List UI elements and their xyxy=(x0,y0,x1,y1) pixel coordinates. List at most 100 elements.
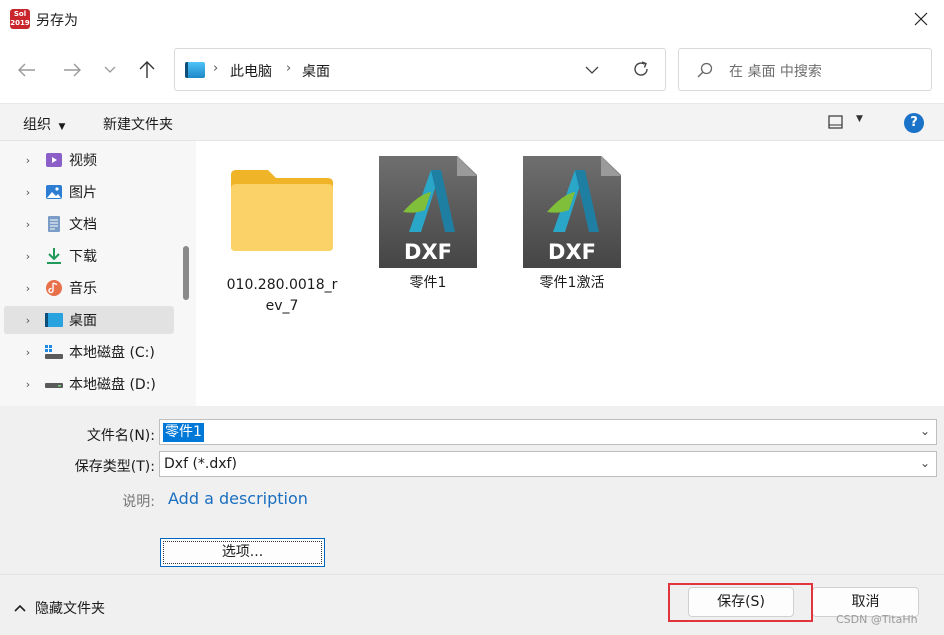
sidebar-item-documents[interactable]: › 文档 xyxy=(4,210,174,238)
pictures-icon xyxy=(44,182,64,202)
file-item-folder[interactable]: 010.280.0018_r ev_7 xyxy=(222,167,342,317)
chevron-down-icon[interactable]: ⌄ xyxy=(920,456,930,470)
window-title: 另存为 xyxy=(36,13,78,29)
folder-icon xyxy=(231,170,333,251)
dxf-file-icon: DXF xyxy=(523,156,621,268)
close-icon xyxy=(914,12,928,26)
filename-label: 文件名(N): xyxy=(86,428,155,444)
app-icon-text-bottom: 2019 xyxy=(10,19,30,27)
navigation-pane: › 视频 › 图片 › 文档 › 下载 › 音乐 › 桌面 › 本地磁盘 (C:… xyxy=(0,141,196,406)
chevron-right-icon[interactable]: › xyxy=(18,378,38,391)
file-list: 010.280.0018_r ev_7 DXF 零件1 DXF 零件1激活 xyxy=(196,141,944,406)
desktop-icon xyxy=(185,62,205,78)
app-icon-text-top: Sol xyxy=(13,10,27,18)
view-icon xyxy=(828,115,843,129)
search-placeholder: 在 桌面 中搜索 xyxy=(729,64,822,80)
sidebar-item-label: 文档 xyxy=(69,217,97,233)
address-dropdown-button[interactable] xyxy=(585,63,599,79)
organize-menu[interactable]: 组织 ▼ xyxy=(23,114,65,134)
highlight-box xyxy=(668,583,813,622)
chevron-right-icon[interactable]: › xyxy=(18,314,38,327)
up-button[interactable] xyxy=(133,56,161,84)
view-options-button[interactable] xyxy=(828,115,844,133)
help-icon[interactable]: ? xyxy=(904,113,924,133)
filetype-value: Dxf (*.dxf) xyxy=(164,456,237,472)
video-icon xyxy=(44,150,64,170)
desktop-icon xyxy=(44,310,64,330)
file-item-dxf[interactable]: DXF 零件1激活 xyxy=(512,156,632,294)
chevron-right-icon[interactable]: › xyxy=(18,186,38,199)
chevron-right-icon[interactable]: › xyxy=(18,154,38,167)
file-name: 010.280.0018_r xyxy=(226,277,338,293)
caret-down-icon: ▼ xyxy=(58,122,66,132)
chevron-down-icon xyxy=(104,66,116,73)
forward-button[interactable] xyxy=(58,56,86,84)
close-button[interactable] xyxy=(902,4,940,34)
file-name: ev_7 xyxy=(265,298,299,314)
caret-down-icon[interactable]: ▼ xyxy=(856,114,863,124)
documents-icon xyxy=(44,214,64,234)
dxf-badge: DXF xyxy=(404,240,452,264)
refresh-icon xyxy=(634,61,648,76)
chevron-down-icon xyxy=(585,66,599,74)
search-icon xyxy=(697,62,713,78)
filetype-label: 保存类型(T): xyxy=(74,459,155,475)
title-bar: Sol 2019 另存为 xyxy=(0,0,944,38)
refresh-button[interactable] xyxy=(632,60,650,82)
sidebar-item-drive-d[interactable]: › 本地磁盘 (D:) xyxy=(4,370,174,398)
sidebar-item-pictures[interactable]: › 图片 xyxy=(4,178,174,206)
autocad-logo-icon xyxy=(547,170,599,232)
command-bar: 组织 ▼ 新建文件夹 ▼ ? xyxy=(0,103,944,141)
sidebar-item-label: 图片 xyxy=(69,185,97,201)
breadcrumb-this-pc[interactable]: 此电脑 xyxy=(230,61,272,81)
file-item-dxf[interactable]: DXF 零件1 xyxy=(371,156,485,294)
recent-locations-button[interactable] xyxy=(97,56,123,84)
app-icon: Sol 2019 xyxy=(10,9,30,29)
chevron-right-icon[interactable]: › xyxy=(18,282,38,295)
breadcrumb-separator: › xyxy=(286,61,292,76)
filetype-select[interactable]: Dxf (*.dxf) ⌄ xyxy=(159,451,937,477)
sidebar-item-music[interactable]: › 音乐 xyxy=(4,274,174,302)
music-icon xyxy=(44,278,64,298)
description-label: 说明: xyxy=(122,494,155,510)
filename-field[interactable]: 零件1 ⌄ xyxy=(159,419,937,445)
add-description-link[interactable]: Add a description xyxy=(168,489,308,508)
drive-icon xyxy=(44,342,64,362)
sidebar-item-videos[interactable]: › 视频 xyxy=(4,146,174,174)
back-button[interactable] xyxy=(13,56,41,84)
hide-folders-label: 隐藏文件夹 xyxy=(35,601,105,617)
sidebar-item-drive-c[interactable]: › 本地磁盘 (C:) xyxy=(4,338,174,366)
chevron-right-icon[interactable]: › xyxy=(18,250,38,263)
filename-value: 零件1 xyxy=(163,423,204,442)
options-button[interactable]: 选项... xyxy=(160,538,325,567)
chevron-up-icon xyxy=(14,604,26,612)
arrow-left-icon xyxy=(18,63,35,77)
file-name: 零件1 xyxy=(409,275,447,291)
sidebar-item-label: 下载 xyxy=(69,249,97,265)
sidebar-item-label: 本地磁盘 (C:) xyxy=(69,345,155,361)
breadcrumb-desktop[interactable]: 桌面 xyxy=(302,61,330,81)
sidebar-item-label: 桌面 xyxy=(69,313,97,329)
search-box[interactable]: 在 桌面 中搜索 xyxy=(678,48,932,91)
arrow-up-icon xyxy=(139,61,155,78)
chevron-right-icon[interactable]: › xyxy=(18,346,38,359)
arrow-right-icon xyxy=(64,63,81,77)
sidebar-item-desktop[interactable]: › 桌面 xyxy=(4,306,174,334)
sidebar-scrollbar[interactable] xyxy=(183,246,189,300)
address-bar[interactable]: › 此电脑 › 桌面 xyxy=(174,48,666,91)
breadcrumb-separator: › xyxy=(213,61,219,76)
hide-folders-toggle[interactable]: 隐藏文件夹 xyxy=(14,598,105,618)
organize-label: 组织 xyxy=(23,117,51,133)
drive-icon xyxy=(44,374,64,394)
sidebar-item-label: 音乐 xyxy=(69,281,97,297)
dxf-file-icon: DXF xyxy=(379,156,477,268)
watermark: CSDN @TitaHh xyxy=(836,613,918,626)
sidebar-item-label: 本地磁盘 (D:) xyxy=(69,377,156,393)
new-folder-button[interactable]: 新建文件夹 xyxy=(103,114,173,134)
chevron-right-icon[interactable]: › xyxy=(18,218,38,231)
autocad-logo-icon xyxy=(403,170,455,232)
dxf-badge: DXF xyxy=(548,240,596,264)
downloads-icon xyxy=(44,246,64,266)
sidebar-item-downloads[interactable]: › 下载 xyxy=(4,242,174,270)
chevron-down-icon[interactable]: ⌄ xyxy=(920,424,930,438)
